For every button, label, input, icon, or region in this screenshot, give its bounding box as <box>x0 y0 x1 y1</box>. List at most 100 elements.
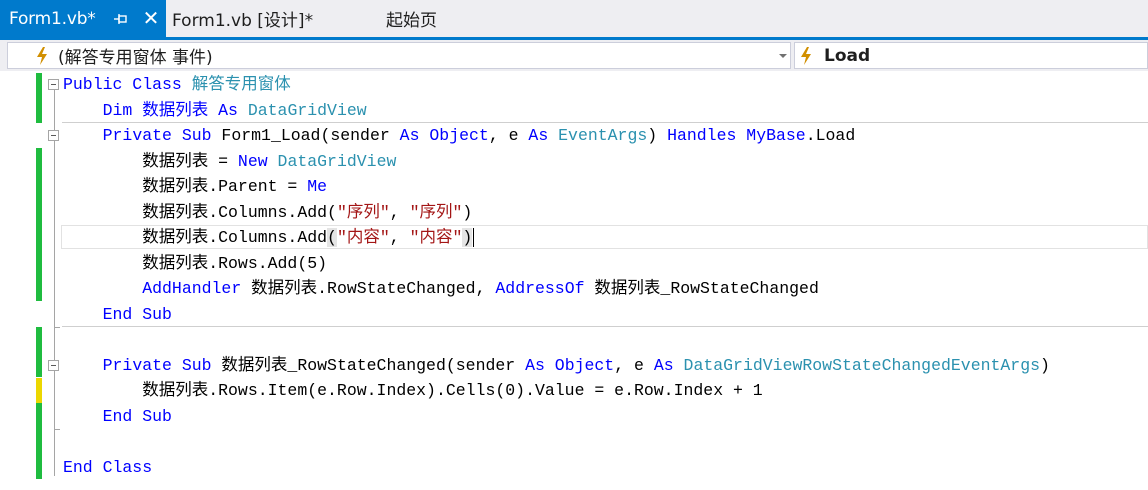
string-literal: "序列" <box>409 203 463 222</box>
code-text: 数据列表.Parent = <box>63 177 308 196</box>
code-line-12: Private Sub 数据列表_RowStateChanged(sender … <box>63 353 1050 378</box>
tab-form1-designer[interactable]: Form1.vb [设计]* <box>172 0 313 37</box>
type-name: DataGridView <box>277 152 397 171</box>
keyword: Private Sub <box>102 126 212 145</box>
code-line-16: End Class <box>63 455 152 480</box>
code-line-4: 数据列表 = New DataGridView <box>63 149 396 174</box>
change-marker <box>36 403 42 479</box>
code-line-7: 数据列表.Columns.Add("内容", "内容") <box>63 225 475 250</box>
navigation-bar: (解答专用窗体 事件) Load <box>0 40 1148 71</box>
code-text: .Load <box>805 126 856 145</box>
code-text: 数据列表_RowStateChanged(sender <box>211 356 526 375</box>
tab-title: Form1.vb [设计]* <box>172 11 314 31</box>
code-text: 数据列表.Rows.Item(e.Row.Index).Cells(0).Val… <box>63 381 763 400</box>
keyword: Handles <box>667 126 737 145</box>
event-bolt-icon <box>801 47 811 65</box>
type-name: DataGridView <box>247 101 367 120</box>
outline-end-tick <box>54 327 60 328</box>
outline-end-tick <box>54 429 60 430</box>
keyword: Private Sub <box>102 356 212 375</box>
change-marker-unsaved <box>36 378 42 403</box>
code-text: 数据列表_RowStateChanged <box>584 279 819 298</box>
code-text: ) <box>1040 356 1050 375</box>
keyword: Public Class <box>63 75 192 94</box>
tab-title: Form1.vb* <box>9 8 96 29</box>
code-text: , <box>389 203 410 222</box>
brace-match: ) <box>462 228 473 247</box>
document-tab-strip: Form1.vb* ✕ Form1.vb [设计]* 起始页 <box>0 0 1148 40</box>
keyword: As <box>525 356 545 375</box>
type-name: EventArgs <box>558 126 648 145</box>
keyword: End Sub <box>63 407 172 426</box>
keyword: AddHandler <box>142 279 242 298</box>
code-line-8: 数据列表.Rows.Add(5) <box>63 251 327 276</box>
keyword: Object <box>554 356 615 375</box>
outline-guide <box>54 89 55 476</box>
close-icon[interactable]: ✕ <box>142 8 160 28</box>
code-line-3: Private Sub Form1_Load(sender As Object,… <box>63 123 856 148</box>
code-text: , <box>389 228 410 247</box>
event-bolt-icon <box>37 47 47 65</box>
keyword: New <box>237 152 268 171</box>
method-separator <box>62 326 1148 327</box>
code-line-14: End Sub <box>63 404 172 429</box>
class-name: 解答专用窗体 <box>191 75 291 94</box>
keyword: End Class <box>63 458 153 477</box>
collapse-toggle-icon[interactable] <box>48 79 59 90</box>
code-text: , e <box>488 126 529 145</box>
tab-start-page[interactable]: 起始页 <box>386 0 437 37</box>
code-text: 数据列表.Columns.Add <box>63 228 328 247</box>
collapse-toggle-icon[interactable] <box>48 360 59 371</box>
change-marker <box>36 148 42 301</box>
keyword: Me <box>307 177 328 196</box>
keyword: Object <box>429 126 489 145</box>
keyword: MyBase <box>746 126 806 145</box>
code-line-1: Public Class 解答专用窗体 <box>63 72 291 97</box>
code-text: 数据列表.RowStateChanged, <box>241 279 496 298</box>
code-text: Form1_Load(sender <box>211 126 400 145</box>
code-line-5: 数据列表.Parent = Me <box>63 174 327 199</box>
code-editor[interactable]: Public Class 解答专用窗体 Dim 数据列表 As DataGrid… <box>0 71 1148 490</box>
keyword: As <box>399 126 420 145</box>
tab-form1-vb[interactable]: Form1.vb* ✕ <box>0 0 166 37</box>
tab-title: 起始页 <box>386 11 437 31</box>
code-text: Dim 数据列表 <box>63 101 219 120</box>
keyword: As <box>653 356 674 375</box>
string-literal: "内容" <box>409 228 463 247</box>
code-text: 数据列表.Columns.Add( <box>63 203 337 222</box>
code-line-2: Dim 数据列表 As DataGridView <box>63 98 367 123</box>
code-text: ) <box>462 203 473 222</box>
dropdown-value: Load <box>824 45 871 66</box>
keyword: As <box>218 101 238 120</box>
class-events-dropdown[interactable]: (解答专用窗体 事件) <box>7 42 791 69</box>
pin-icon[interactable] <box>114 13 128 25</box>
code-text: 数据列表.Rows.Add(5) <box>63 254 328 273</box>
collapse-toggle-icon[interactable] <box>48 130 59 141</box>
string-literal: "序列" <box>336 203 390 222</box>
text-caret <box>473 228 475 248</box>
code-line-10: End Sub <box>63 302 172 327</box>
keyword: End Sub <box>63 305 172 324</box>
brace-match: ( <box>327 228 337 247</box>
keyword: AddressOf <box>495 279 585 298</box>
string-literal: "内容" <box>336 228 390 247</box>
code-line-6: 数据列表.Columns.Add("序列", "序列") <box>63 200 472 225</box>
dropdown-value: (解答专用窗体 事件) <box>58 48 213 68</box>
code-text: ) <box>647 126 668 145</box>
chevron-down-icon[interactable] <box>779 54 787 58</box>
change-marker <box>36 73 42 123</box>
code-text: 数据列表 = <box>63 152 238 171</box>
type-name: DataGridViewRowStateChangedEventArgs <box>683 356 1041 375</box>
keyword: As <box>528 126 549 145</box>
method-dropdown[interactable]: Load <box>794 42 1148 69</box>
code-text: , e <box>614 356 654 375</box>
